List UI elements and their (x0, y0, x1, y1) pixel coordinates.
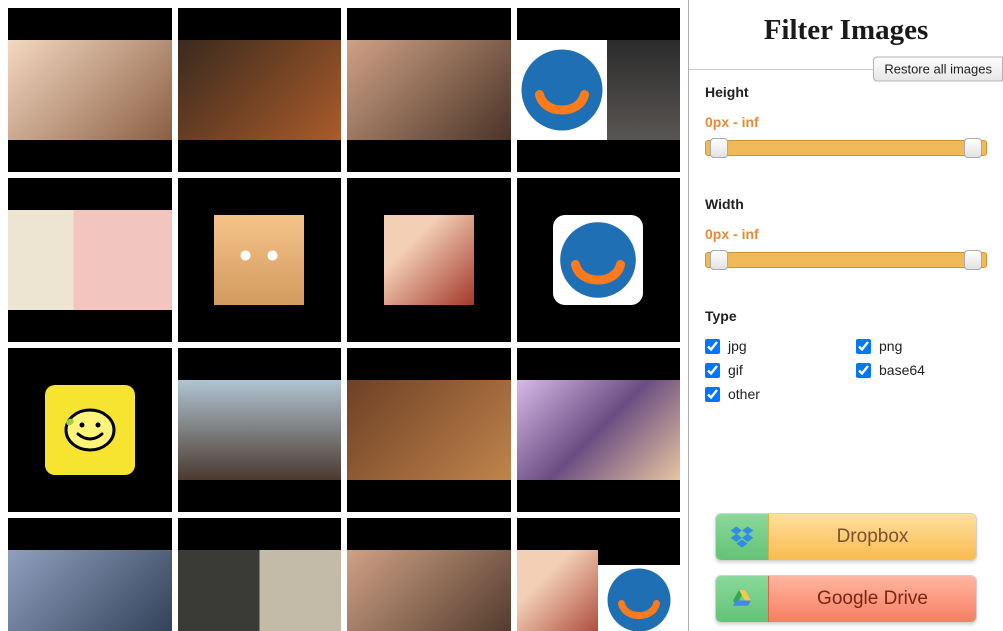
gallery-image[interactable] (347, 178, 511, 342)
gdrive-label: Google Drive (768, 576, 976, 622)
image-gallery (0, 0, 688, 631)
gallery-image[interactable] (178, 8, 342, 172)
dropbox-icon (729, 524, 755, 550)
gallery-image[interactable] (8, 8, 172, 172)
width-slider[interactable] (705, 252, 987, 268)
checkbox-png-input[interactable] (856, 339, 871, 354)
height-slider-min-handle[interactable] (710, 138, 728, 158)
gallery-image[interactable] (347, 518, 511, 631)
gallery-image[interactable] (178, 348, 342, 512)
checkbox-jpg-label: jpg (728, 338, 747, 354)
filter-width: Width 0px - inf (705, 196, 987, 268)
gallery-image[interactable] (178, 518, 342, 631)
gallery-image[interactable] (517, 348, 681, 512)
gallery-image[interactable] (517, 518, 681, 631)
gallery-image[interactable] (178, 178, 342, 342)
dropbox-button[interactable]: Dropbox (715, 513, 977, 561)
checkbox-base64-input[interactable] (856, 363, 871, 378)
checkbox-gif-input[interactable] (705, 363, 720, 378)
checkbox-jpg-input[interactable] (705, 339, 720, 354)
checkbox-other-input[interactable] (705, 387, 720, 402)
restore-button[interactable]: Restore all images (873, 57, 1003, 82)
cloud-buttons: Dropbox Google Drive (689, 513, 1003, 631)
gallery-image[interactable] (347, 8, 511, 172)
checkbox-gif-label: gif (728, 362, 743, 378)
checkbox-gif[interactable]: gif (705, 362, 836, 378)
filter-width-range: 0px - inf (705, 226, 987, 242)
height-slider[interactable] (705, 140, 987, 156)
google-drive-button[interactable]: Google Drive (715, 575, 977, 623)
dropbox-label: Dropbox (768, 514, 976, 560)
checkbox-png-label: png (879, 338, 902, 354)
gallery-image[interactable] (347, 348, 511, 512)
filter-width-label: Width (705, 196, 987, 212)
filter-type-label: Type (705, 308, 987, 324)
filter-height-range: 0px - inf (705, 114, 987, 130)
filter-height: Height 0px - inf (705, 84, 987, 156)
gallery-grid (8, 8, 680, 631)
panel-title: Filter Images (689, 14, 1003, 47)
height-slider-max-handle[interactable] (964, 138, 982, 158)
filter-header: Filter Images Restore all images (689, 0, 1003, 70)
smile-circle-icon (517, 45, 607, 135)
width-slider-max-handle[interactable] (964, 250, 982, 270)
gallery-image[interactable] (8, 178, 172, 342)
gallery-image[interactable] (517, 178, 681, 342)
checkbox-other-label: other (728, 386, 760, 402)
checkbox-base64-label: base64 (879, 362, 925, 378)
gdrive-icon (730, 587, 754, 611)
checkbox-base64[interactable]: base64 (856, 362, 987, 378)
checkbox-other[interactable]: other (705, 386, 836, 402)
smile-circle-icon (553, 215, 643, 305)
checkbox-png[interactable]: png (856, 338, 987, 354)
filter-height-label: Height (705, 84, 987, 100)
filter-type: Type jpg png gif (705, 308, 987, 402)
lemon-smile-icon (60, 400, 120, 460)
gallery-image[interactable] (8, 518, 172, 631)
checkbox-jpg[interactable]: jpg (705, 338, 836, 354)
width-slider-min-handle[interactable] (710, 250, 728, 270)
gallery-image[interactable] (8, 348, 172, 512)
smile-circle-icon (604, 565, 674, 631)
filter-panel: Filter Images Restore all images Height … (688, 0, 1003, 631)
gallery-image[interactable] (517, 8, 681, 172)
